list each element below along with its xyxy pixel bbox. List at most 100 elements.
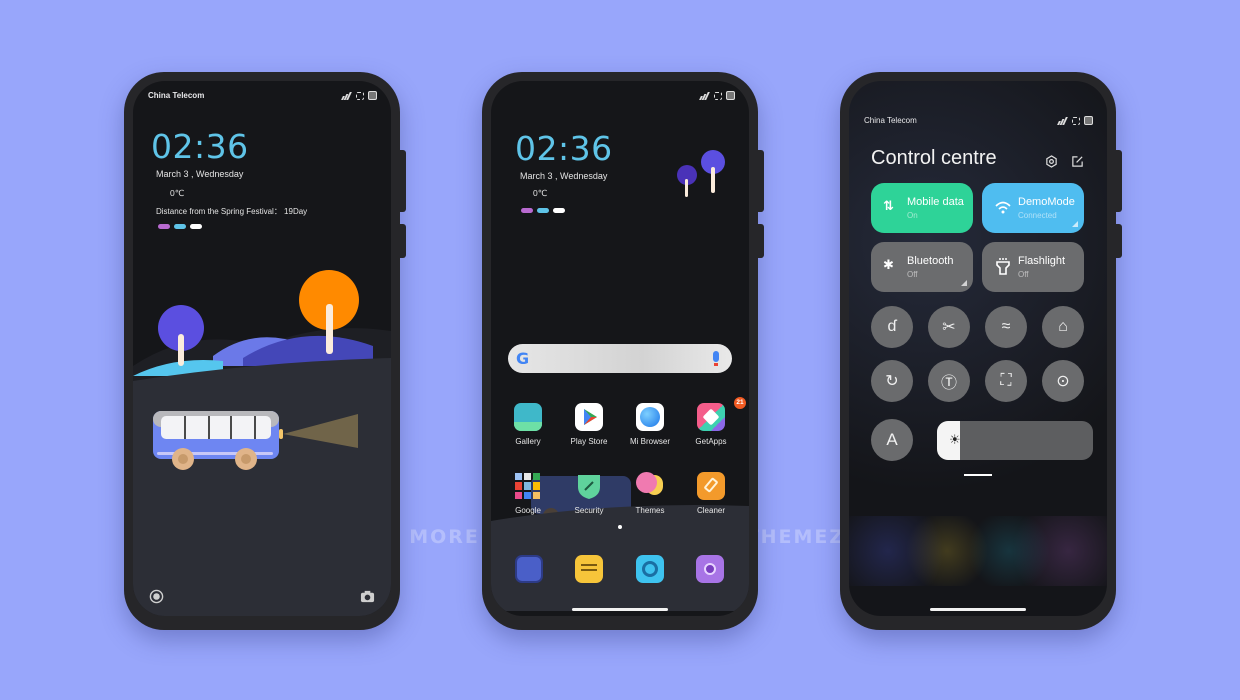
auto-text-icon: Ⓣ (940, 375, 957, 392)
page-indicator (521, 208, 565, 213)
themes-icon (636, 472, 664, 500)
screen-record-icon (714, 91, 722, 100)
status-bar: China Telecom (148, 91, 377, 103)
toggle-airplane[interactable]: ≈ (985, 306, 1027, 348)
control-centre-title: Control centre (871, 147, 997, 169)
control-centre-screen: China Telecom Control centre ⇅ Mobile da… (849, 81, 1107, 616)
mic-icon[interactable] (713, 351, 719, 366)
cleaner-icon (697, 472, 725, 500)
phone-lock-screen: China Telecom 02:36 March 3 , Wednesday … (124, 72, 406, 630)
assistant-icon[interactable] (149, 589, 164, 604)
page-indicator (158, 224, 202, 229)
browser-icon (636, 403, 664, 431)
chrome-icon[interactable] (636, 555, 664, 583)
brightness-icon: ☀ (949, 432, 961, 447)
volume-button (758, 150, 764, 212)
indicator-dot (521, 208, 533, 213)
tile-mobile-data[interactable]: ⇅ Mobile data On (871, 183, 973, 233)
edit-icon[interactable] (1071, 155, 1084, 168)
blurred-dock (849, 516, 1107, 586)
google-icon: G (516, 349, 530, 368)
battery-icon (726, 91, 735, 100)
temperature-label: 0℃ (533, 188, 548, 198)
hotspot-icon: ↻ (885, 373, 899, 390)
scissors-icon: ✂ (942, 319, 956, 336)
expand-corner (1072, 221, 1078, 227)
power-button (758, 224, 764, 258)
screen-record-icon (1072, 116, 1080, 125)
expand-corner (961, 280, 967, 286)
power-button (400, 224, 406, 258)
tile-wifi[interactable]: DemoMode Connected (982, 183, 1084, 233)
toggle-hotspot[interactable]: ↻ (871, 360, 913, 402)
app-getapps[interactable]: 21 GetApps (681, 397, 746, 446)
carrier-label: China Telecom (148, 91, 205, 100)
bluetooth-icon: ✱ (883, 257, 894, 272)
phone-icon[interactable] (515, 555, 543, 583)
dnd-icon: ɗ (887, 318, 897, 335)
indicator-dot (553, 208, 565, 213)
indicator-dot (174, 224, 186, 229)
auto-brightness-button[interactable]: A (871, 419, 913, 461)
app-security[interactable]: Security (559, 472, 619, 515)
toggle-screenshot[interactable]: ⛶ (985, 360, 1027, 402)
home-gesture-bar[interactable] (572, 608, 668, 611)
phone-control-centre: China Telecom Control centre ⇅ Mobile da… (840, 72, 1122, 630)
shield-icon (575, 472, 603, 500)
gallery-icon (514, 403, 542, 431)
play-store-icon (575, 403, 603, 431)
toggle-lock-rotation[interactable]: ⌂ (1042, 306, 1084, 348)
app-gallery[interactable]: Gallery (498, 403, 558, 446)
messages-icon[interactable] (575, 555, 603, 583)
getapps-icon (697, 403, 725, 431)
temperature-label: 0℃ (170, 188, 185, 198)
indicator-dot (190, 224, 202, 229)
folder-google[interactable]: Google (498, 472, 558, 515)
clock: 02:36 (151, 127, 249, 166)
date-label: March 3 , Wednesday (156, 169, 244, 179)
countdown-label: Distance from the Spring Festival： 19Day (156, 207, 308, 216)
toggle-scissors[interactable]: ✂ (928, 306, 970, 348)
app-cleaner[interactable]: Cleaner (681, 472, 741, 515)
indicator-dot (537, 208, 549, 213)
notification-badge: 21 (734, 397, 746, 409)
toggle-dnd[interactable]: ɗ (871, 306, 913, 348)
volume-button (400, 150, 406, 212)
volume-button (1116, 150, 1122, 212)
home-gesture-bar[interactable] (930, 608, 1026, 611)
screenshot-icon: ⛶ (1000, 372, 1012, 389)
camera-icon[interactable] (360, 589, 375, 604)
clock-widget[interactable]: 02:36 (515, 129, 613, 168)
bus-illustration (133, 270, 391, 481)
tile-flashlight[interactable]: Flashlight Off (982, 242, 1084, 292)
lock-screen: China Telecom 02:36 March 3 , Wednesday … (133, 81, 391, 616)
page-dot (618, 525, 622, 529)
toggle-eye[interactable]: ⊙ (1042, 360, 1084, 402)
settings-icon[interactable] (1045, 155, 1058, 168)
app-themes[interactable]: Themes (620, 472, 680, 515)
phone-home-screen: 02:36 March 3 , Wednesday 0℃ G Gallery P… (482, 72, 764, 630)
brightness-slider[interactable]: ☀ (937, 421, 1093, 460)
google-folder-icon (514, 472, 542, 500)
google-search-bar[interactable]: G (508, 344, 732, 373)
wifi-icon (995, 201, 1011, 214)
eye-icon: ⊙ (1056, 373, 1070, 390)
battery-icon (368, 91, 377, 100)
date-label: March 3 , Wednesday (520, 171, 608, 181)
camera-icon[interactable] (696, 555, 724, 583)
home-screen: 02:36 March 3 , Wednesday 0℃ G Gallery P… (491, 81, 749, 616)
status-bar (506, 91, 735, 103)
app-play-store[interactable]: Play Store (559, 403, 619, 446)
tile-bluetooth[interactable]: ✱ Bluetooth Off (871, 242, 973, 292)
signal-icon (341, 91, 352, 100)
mobile-data-icon: ⇅ (883, 198, 894, 213)
toggle-auto-text[interactable]: Ⓣ (928, 360, 970, 402)
power-button (1116, 224, 1122, 258)
drag-handle[interactable] (964, 474, 992, 476)
app-mi-browser[interactable]: Mi Browser (620, 403, 680, 446)
airplane-icon: ≈ (1001, 318, 1011, 335)
carrier-label: China Telecom (864, 116, 917, 125)
battery-icon (1084, 116, 1093, 125)
status-bar: China Telecom (864, 116, 1093, 128)
screen-record-icon (356, 91, 364, 100)
